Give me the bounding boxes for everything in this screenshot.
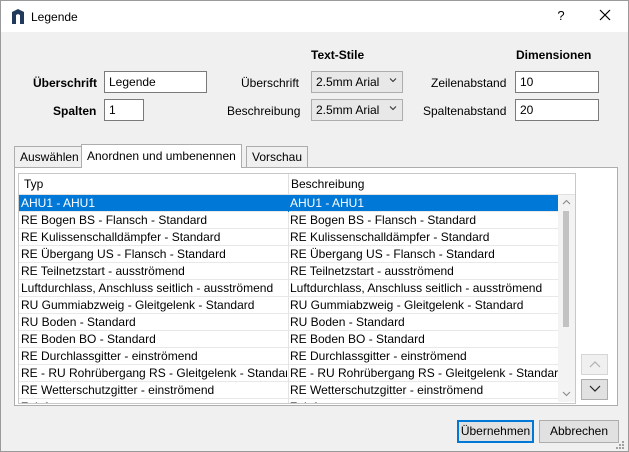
cell-type: AHU1 - AHU1: [21, 196, 96, 210]
columns-input[interactable]: [104, 99, 144, 121]
cell-description[interactable]: RE Wetterschutzgitter - einströmend: [290, 383, 558, 397]
table-row[interactable]: RE Durchlassgitter - einströmend RE Durch…: [19, 348, 559, 365]
cell-divider: [288, 331, 289, 348]
cell-description[interactable]: RE Übergang US - Flansch - Standard: [290, 247, 558, 261]
cell-type: RE Kulissenschalldämpfer - Standard: [21, 230, 221, 244]
cell-description[interactable]: RE - RU Rohrübergang RS - Gleitgelenk - …: [290, 366, 558, 380]
chevron-down-icon: [389, 78, 397, 83]
style-heading-value: 2.5mm Arial: [316, 75, 380, 89]
column-header-description[interactable]: Beschreibung: [291, 177, 364, 191]
table-row[interactable]: RE Übergang US - Flansch - Standard RE Üb…: [19, 246, 559, 263]
table-row[interactable]: RE Wetterschutzgitter - einströmend RE We…: [19, 382, 559, 399]
cell-divider: [288, 280, 289, 297]
style-heading-select[interactable]: 2.5mm Arial: [311, 71, 403, 93]
cell-divider: [288, 246, 289, 263]
cell-divider: [288, 195, 289, 212]
style-description-label: Beschreibung: [227, 104, 301, 118]
close-icon: [599, 9, 611, 21]
arrow-down-icon: [589, 385, 600, 392]
title-bar: Legende ?: [1, 1, 628, 32]
scroll-down-icon[interactable]: [558, 387, 575, 401]
cell-type: RE Bogen BS - Flansch - Standard: [21, 213, 208, 227]
cell-description[interactable]: Zuluft: [290, 400, 558, 403]
arrow-up-icon: [589, 361, 600, 368]
move-up-button[interactable]: [581, 354, 608, 375]
cell-description[interactable]: RE Kulissenschalldämpfer - Standard: [290, 230, 558, 244]
cell-divider: [288, 297, 289, 314]
list-rows: AHU1 - AHU1 AHU1 - AHU1 RE Bogen BS - Flan…: [19, 195, 559, 403]
cell-description[interactable]: RE Bogen BS - Flansch - Standard: [290, 213, 558, 227]
cell-divider: [288, 365, 289, 382]
app-icon: [12, 9, 24, 24]
line-spacing-label: Zeilenabstand: [431, 76, 507, 90]
table-row[interactable]: RE - RU Rohrübergang RS - Gleitgelenk - …: [19, 365, 559, 382]
list-header: Typ Beschreibung: [19, 174, 575, 195]
apply-button[interactable]: Übernehmen: [457, 420, 534, 443]
style-description-select[interactable]: 2.5mm Arial: [311, 99, 403, 121]
table-row[interactable]: AHU1 - AHU1 AHU1 - AHU1: [19, 195, 559, 212]
cell-divider: [288, 212, 289, 229]
columns-label: Spalten: [53, 104, 97, 118]
heading-input[interactable]: [104, 71, 207, 93]
scrollbar-thumb[interactable]: [563, 211, 569, 327]
column-spacing-input[interactable]: [515, 99, 599, 121]
table-row[interactable]: RE Bogen BS - Flansch - Standard RE Bogen…: [19, 212, 559, 229]
table-row[interactable]: RE Boden BO - Standard RE Boden BO - Stan…: [19, 331, 559, 348]
cell-type: RE Teilnetzstart - ausströmend: [21, 264, 185, 278]
close-button[interactable]: [593, 5, 617, 27]
cell-type: RE - RU Rohrübergang RS - Gleitgelenk - …: [21, 366, 287, 380]
style-description-value: 2.5mm Arial: [316, 103, 380, 117]
resize-grip-icon[interactable]: [615, 440, 625, 450]
dimensions-title: Dimensionen: [516, 48, 592, 62]
cell-type: RE Boden BO - Standard: [21, 332, 156, 346]
cell-description[interactable]: RU Gummiabzweig - Gleitgelenk - Standard: [290, 298, 558, 312]
move-down-button[interactable]: [581, 379, 608, 400]
table-row[interactable]: RE Teilnetzstart - ausströmend RE Teilnet…: [19, 263, 559, 280]
legend-items-list[interactable]: Typ Beschreibung AHU1 - AHU1 AHU1 - AHU1 R…: [18, 173, 576, 404]
cell-type: Zuluft: [21, 400, 287, 403]
cell-type: RE Durchlassgitter - einströmend: [21, 349, 198, 363]
cell-description[interactable]: AHU1 - AHU1: [290, 196, 558, 210]
cell-divider: [288, 348, 289, 365]
table-row[interactable]: Luftdurchlass, Anschluss seitlich - auss…: [19, 280, 559, 297]
cell-type: RE Wetterschutzgitter - einströmend: [21, 383, 215, 397]
style-heading-label: Überschrift: [241, 76, 300, 90]
table-row[interactable]: RE Kulissenschalldämpfer - Standard RE Ku…: [19, 229, 559, 246]
cell-type: RE Übergang US - Flansch - Standard: [21, 247, 226, 261]
cell-divider: [288, 314, 289, 331]
text-styles-title: Text-Stile: [311, 48, 365, 62]
column-spacing-label: Spaltenabstand: [423, 104, 507, 118]
cell-type: RU Gummiabzweig - Gleitgelenk - Standard: [21, 298, 255, 312]
table-row[interactable]: ZuluftZuluft: [19, 399, 559, 403]
chevron-down-icon: [389, 106, 397, 111]
cancel-button[interactable]: Abbrechen: [539, 420, 619, 443]
tab-select[interactable]: Auswählen: [14, 146, 85, 167]
tab-preview[interactable]: Vorschau: [246, 146, 309, 167]
legend-dialog: Legende ? Überschrift Spalten Text-Stile…: [0, 0, 629, 452]
cell-divider: [288, 263, 289, 280]
cell-description[interactable]: RE Durchlassgitter - einströmend: [290, 349, 558, 363]
vertical-scrollbar[interactable]: [558, 195, 575, 402]
heading-label: Überschrift: [33, 76, 98, 90]
help-button[interactable]: ?: [549, 5, 573, 27]
cell-description[interactable]: RE Teilnetzstart - ausströmend: [290, 264, 558, 278]
scroll-up-icon[interactable]: [558, 195, 575, 209]
table-row[interactable]: RU Boden - Standard RU Boden - Standard: [19, 314, 559, 331]
cell-description[interactable]: Luftdurchlass, Anschluss seitlich - auss…: [290, 281, 558, 295]
window-title: Legende: [31, 10, 78, 24]
cell-divider: [288, 229, 289, 246]
tab-arrange-rename[interactable]: Anordnen und umbenennen: [81, 144, 242, 168]
table-row[interactable]: RU Gummiabzweig - Gleitgelenk - Standard…: [19, 297, 559, 314]
cell-divider: [288, 382, 289, 399]
column-header-type[interactable]: Typ: [24, 177, 43, 191]
cell-description[interactable]: RE Boden BO - Standard: [290, 332, 558, 346]
line-spacing-input[interactable]: [515, 71, 599, 93]
cell-divider: [288, 399, 289, 403]
cell-type: Luftdurchlass, Anschluss seitlich - auss…: [21, 281, 274, 295]
cell-type: RU Boden - Standard: [21, 315, 136, 329]
cell-description[interactable]: RU Boden - Standard: [290, 315, 558, 329]
column-divider[interactable]: [288, 174, 289, 195]
